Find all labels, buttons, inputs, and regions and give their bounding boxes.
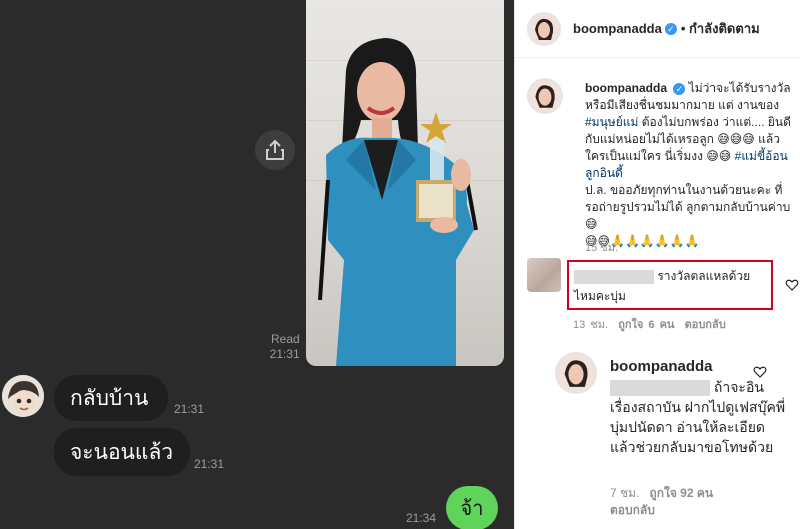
heart-icon[interactable] <box>785 278 799 292</box>
avatar[interactable] <box>2 375 44 417</box>
photo-woman-with-trophy <box>318 38 478 366</box>
chat-panel: Read 21:31 กลับบ้าน 21:31 จะนอนแล้ว 21:3… <box>0 0 514 529</box>
message-time: 21:31 <box>174 402 205 416</box>
comment-time: 13 ชม. <box>573 319 609 331</box>
my-chat-bubble-text: จ้า <box>460 496 484 520</box>
reply-time: 7 ชม. <box>610 486 640 500</box>
avatar-face-icon <box>2 375 44 417</box>
avatar[interactable] <box>555 352 597 394</box>
profile-photo-icon <box>529 80 561 112</box>
caption-time: 15 ชม. <box>585 242 619 254</box>
post-header: boompanadda ✓ • กำลังติดตาม <box>515 0 800 58</box>
share-button[interactable] <box>255 130 295 170</box>
avatar[interactable] <box>527 11 561 46</box>
follow-status[interactable]: • กำลังติดตาม <box>681 18 760 39</box>
my-message-time: 21:34 <box>406 511 437 525</box>
caption-line: ป.ล. ขออภัยทุกท่านในงานด้วยนะคะ ที่รอถ่า… <box>585 183 791 231</box>
share-icon <box>266 139 284 160</box>
read-label: Read <box>271 332 300 346</box>
profile-photo-icon <box>529 13 559 44</box>
verified-badge-icon: ✓ <box>673 82 686 95</box>
reply-button[interactable]: ตอบกลับ <box>685 319 726 331</box>
heart-icon[interactable] <box>753 365 767 379</box>
message-time: 21:31 <box>194 457 225 471</box>
reply-likes[interactable]: ถูกใจ 92 คน <box>649 486 713 500</box>
chat-bubble[interactable]: กลับบ้าน <box>54 375 168 421</box>
read-time: 21:31 <box>269 347 300 361</box>
instagram-panel: boompanadda ✓ • กำลังติดตาม boompanadda … <box>514 0 800 529</box>
profile-photo-icon <box>557 354 595 392</box>
highlight-box: รางวัลตลแหลด้วยไหมคะบุ่ม <box>567 260 773 310</box>
chat-bubble-text: จะนอนแล้ว <box>70 439 174 464</box>
blurred-username <box>574 269 654 284</box>
chat-bubble[interactable]: จะนอนแล้ว <box>54 428 190 476</box>
chat-bubble-text: กลับบ้าน <box>70 385 149 410</box>
comment-text: รางวัลตลแหลด้วยไหมคะบุ่ม <box>574 266 769 306</box>
avatar[interactable] <box>527 258 561 292</box>
comment-likes[interactable]: ถูกใจ 6 คน <box>618 319 674 331</box>
caption-text: boompanadda ✓ ไม่ว่าจะได้รับรางวัลหรือมี… <box>585 80 793 250</box>
read-receipt: Read 21:31 <box>268 332 300 362</box>
caption-username[interactable]: boompanadda <box>585 81 667 95</box>
comment-meta: 13 ชม. ถูกใจ 6 คน ตอบกลับ <box>573 315 726 333</box>
reply-text: ถ้าจะอินเรื่องสถาบัน ฝากไปดูเฟสบุ๊คพี่ บ… <box>610 377 788 457</box>
reply-meta: 7 ชม. ถูกใจ 92 คน ตอบกลับ <box>610 485 760 519</box>
reply-username[interactable]: boompanadda <box>610 358 713 375</box>
reply-button[interactable]: ตอบกลับ <box>610 503 655 517</box>
hashtag-link[interactable]: #มนุษย์แม่ <box>585 115 638 129</box>
my-chat-bubble[interactable]: จ้า <box>446 486 498 529</box>
verified-badge-icon: ✓ <box>664 22 677 35</box>
avatar[interactable] <box>527 78 563 114</box>
photo-message[interactable] <box>306 0 504 366</box>
blurred-mention <box>610 380 710 397</box>
header-username[interactable]: boompanadda <box>573 21 662 36</box>
